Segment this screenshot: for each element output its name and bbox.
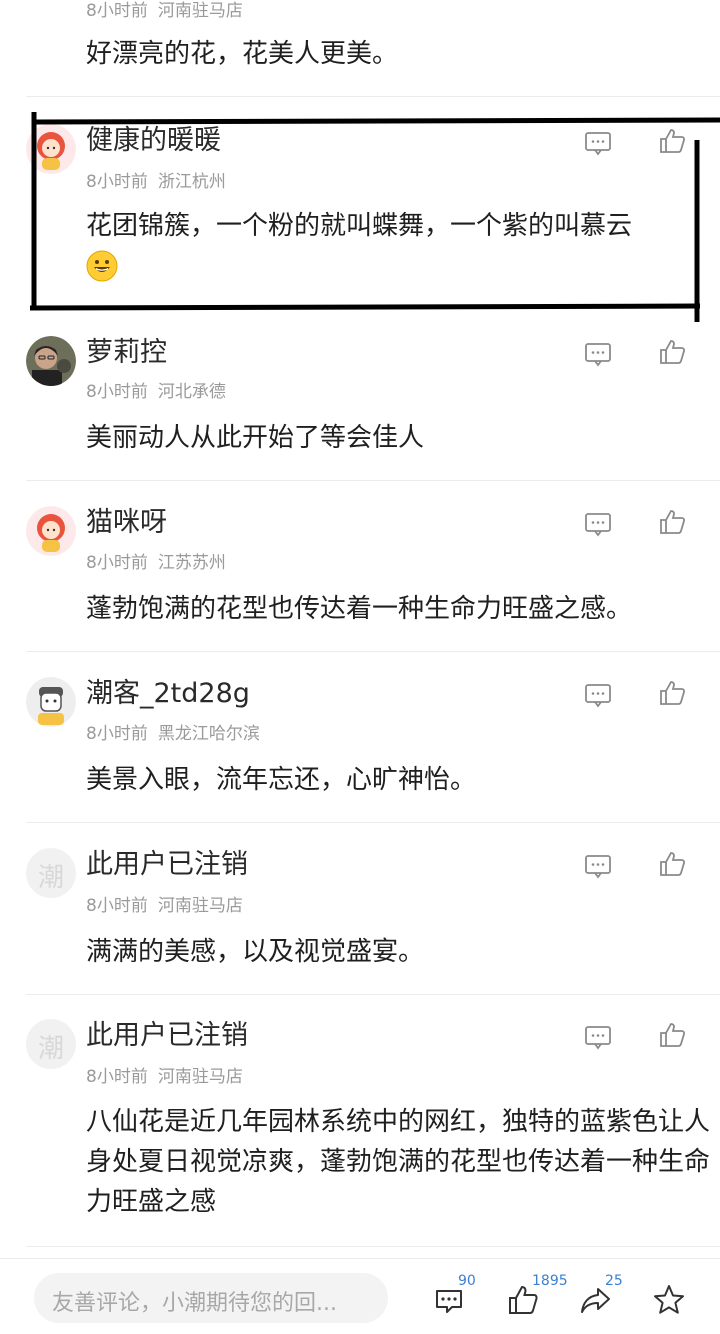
comment-text: 美景入眼，流年忘还，心旷神怡。	[86, 765, 477, 795]
comment-divider	[26, 480, 720, 481]
comment-text: 满满的美感，以及视觉盛宴。	[86, 937, 425, 967]
comment-time: 8小时前	[86, 896, 148, 916]
comment-meta: 8小时前 江苏苏州	[86, 552, 226, 574]
comment-username[interactable]: 萝莉控	[86, 336, 167, 370]
comment-text: 美丽动人从此开始了等会佳人	[86, 423, 425, 453]
comment-text: 好漂亮的花，花美人更美。	[86, 39, 399, 69]
comment-location: 江苏苏州	[157, 553, 226, 573]
comment-time: 8小时前	[86, 724, 148, 744]
avatar[interactable]: 潮	[26, 1019, 76, 1069]
avatar-text: 潮	[37, 863, 64, 893]
avatar-text: 潮	[37, 1034, 64, 1064]
smile-emoji-icon	[86, 250, 118, 282]
comment-text: 八仙花是近几年园林系统中的网红，独特的蓝紫色让人身处夏日视觉凉爽，蓬勃饱满的花型…	[86, 1107, 711, 1217]
comment-time: 8小时前	[86, 1067, 148, 1087]
thumbs-up-icon[interactable]	[657, 337, 687, 367]
comment-meta: 8小时前 河南驻马店	[86, 1066, 243, 1088]
comment-time: 8小时前	[86, 382, 148, 402]
comment-time: 8小时前	[86, 172, 148, 192]
comment-meta: 8小时前 河南驻马店	[86, 895, 243, 917]
comment-username[interactable]: 猫咪呀	[86, 506, 167, 540]
thumbs-up-icon[interactable]	[657, 849, 687, 879]
comment-meta: 8小时前 黑龙江哈尔滨	[86, 723, 260, 745]
like-count: 1895	[532, 1273, 568, 1289]
comment-location: 黑龙江哈尔滨	[157, 724, 260, 744]
avatar[interactable]	[26, 677, 76, 727]
comment-input-placeholder: 友善评论，小潮期待您的回...	[52, 1291, 337, 1316]
bottom-action-bar: 友善评论，小潮期待您的回... 90 1895 25	[0, 1258, 720, 1334]
star-icon[interactable]	[652, 1283, 686, 1317]
comment-time: 8小时前	[86, 1, 148, 21]
avatar[interactable]	[26, 506, 76, 556]
comment-username[interactable]: 健康的暖暖	[86, 124, 221, 158]
comment-count: 90	[458, 1273, 476, 1289]
thumbs-up-icon[interactable]	[657, 126, 687, 156]
thumbs-up-icon[interactable]	[657, 1020, 687, 1050]
reply-icon[interactable]	[583, 128, 613, 158]
comment-username[interactable]: 潮客_2td28g	[86, 677, 250, 711]
comment-time: 8小时前	[86, 553, 148, 573]
avatar[interactable]: 潮	[26, 848, 76, 898]
comment-divider	[26, 994, 720, 995]
comment-location: 浙江杭州	[157, 172, 226, 192]
comment-location: 河南驻马店	[157, 1067, 243, 1087]
comment-meta: 8小时前 浙江杭州	[86, 171, 226, 193]
thumbs-up-icon[interactable]	[657, 507, 687, 537]
comment-divider	[26, 822, 720, 823]
comment-text: 花团锦簇，一个粉的就叫蝶舞，一个紫的叫慕云	[86, 206, 712, 282]
share-count: 25	[605, 1273, 623, 1289]
comment-input[interactable]: 友善评论，小潮期待您的回...	[34, 1273, 388, 1323]
comment-meta: 8小时前 河南驻马店	[86, 0, 243, 22]
comment-location: 河北承德	[157, 382, 226, 402]
reply-icon[interactable]	[583, 680, 613, 710]
comment-divider	[26, 1246, 720, 1247]
comment-text-body: 花团锦簇，一个粉的就叫蝶舞，一个紫的叫慕云	[86, 211, 633, 241]
avatar[interactable]	[26, 124, 76, 174]
reply-icon[interactable]	[583, 339, 613, 369]
comment-text: 蓬勃饱满的花型也传达着一种生命力旺盛之感。	[86, 594, 633, 624]
comment-location: 河南驻马店	[157, 896, 243, 916]
comment-divider	[26, 651, 720, 652]
reply-icon[interactable]	[583, 1022, 613, 1052]
reply-icon[interactable]	[583, 851, 613, 881]
comment-location: 河南驻马店	[157, 1, 243, 21]
comment-meta: 8小时前 河北承德	[86, 381, 226, 403]
thumbs-up-icon[interactable]	[657, 678, 687, 708]
comment-username[interactable]: 此用户已注销	[86, 1019, 248, 1053]
reply-icon[interactable]	[583, 509, 613, 539]
comment-username[interactable]: 此用户已注销	[86, 848, 248, 882]
avatar[interactable]	[26, 336, 76, 386]
comment-divider	[26, 96, 720, 97]
